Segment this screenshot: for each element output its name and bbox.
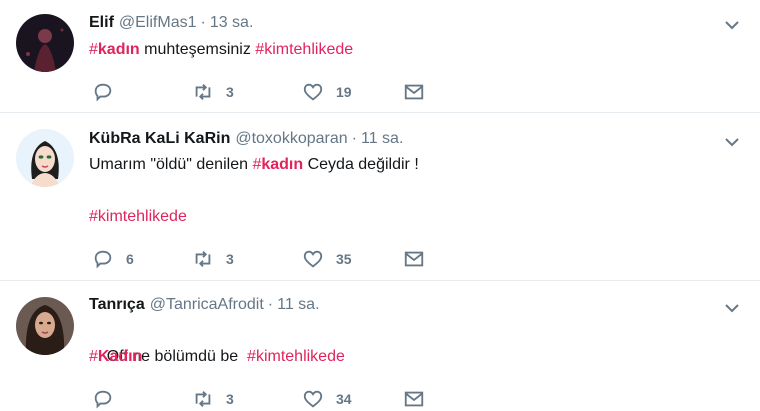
reply-button[interactable]: 6 — [92, 247, 134, 271]
like-count: 19 — [336, 84, 352, 100]
reply-icon — [94, 83, 112, 102]
like-icon — [303, 83, 323, 101]
retweet-button[interactable]: 3 — [192, 247, 234, 271]
like-icon — [303, 250, 323, 268]
reply-icon — [94, 250, 112, 269]
display-name[interactable]: Tanrıça — [89, 296, 145, 313]
avatar[interactable] — [16, 297, 74, 355]
user-handle[interactable]: @toxokkoparan — [235, 130, 347, 147]
direct-message-button[interactable] — [403, 247, 425, 271]
retweet-icon — [195, 84, 211, 100]
tweet-text-segment: Ceyda değildir ! — [303, 156, 419, 173]
separator-dot: · — [200, 14, 206, 31]
tweet-actions: 6 3 35 — [92, 247, 452, 271]
user-handle[interactable]: @TanricaAfrodit — [150, 296, 264, 313]
chevron-down-icon[interactable] — [722, 15, 742, 35]
retweet-count: 3 — [226, 84, 234, 100]
retweet-icon — [195, 251, 211, 267]
retweet-count: 3 — [226, 251, 234, 267]
retweet-count: 3 — [226, 391, 234, 407]
retweet-button[interactable]: 3 — [192, 80, 234, 104]
hashtag-link[interactable]: #kadın — [252, 156, 303, 173]
reply-button[interactable] — [92, 387, 126, 411]
display-name[interactable]: Elif — [89, 14, 114, 31]
tweet-text-segment: Umarım "öldü" denilen — [89, 156, 253, 173]
timestamp[interactable]: 11 sa. — [361, 130, 403, 147]
user-handle[interactable]: @ElifMas1 — [119, 14, 197, 31]
avatar[interactable] — [16, 129, 74, 187]
hashtag-link[interactable]: #kimtehlikede — [89, 208, 187, 225]
direct-message-icon — [404, 84, 424, 100]
chevron-down-icon[interactable] — [722, 298, 742, 318]
tweet-1[interactable]: Elif @ElifMas1 · 13 sa. #kadın muhteşemsini… — [0, 0, 760, 113]
avatar[interactable] — [16, 14, 74, 72]
tweet-text-line-2: #kimtehlikede — [89, 205, 187, 229]
chevron-down-icon[interactable] — [722, 132, 742, 152]
tweet-actions: 3 19 — [92, 80, 452, 104]
reply-button[interactable] — [92, 80, 126, 104]
like-button[interactable]: 34 — [302, 387, 352, 411]
hashtag-link[interactable]: #kadın — [89, 41, 140, 58]
timestamp[interactable]: 11 sa. — [277, 296, 319, 313]
tweet-text-segment: muhteşemsiniz — [139, 41, 256, 58]
tweet-2[interactable]: KübRa KaLi KaRin @toxokkoparan · 11 sa. Uma… — [0, 113, 760, 281]
tweet-text: #kadın muhteşemsiniz #kimtehlikede — [89, 38, 353, 62]
direct-message-icon — [404, 251, 424, 267]
tweet-text: Umarım "öldü" denilen #kadın Ceyda değil… — [89, 153, 419, 177]
separator-dot: · — [267, 296, 274, 313]
hashtag-link[interactable]: #Kadın — [89, 348, 142, 365]
direct-message-button[interactable] — [403, 387, 425, 411]
hashtag-link[interactable]: #kimtehlikede — [247, 348, 345, 365]
like-button[interactable]: 19 — [302, 80, 352, 104]
like-count: 34 — [336, 391, 352, 407]
tweet-text-line-2: #Kadın — [89, 345, 142, 369]
hashtag-link[interactable]: #kimtehlikede — [255, 41, 353, 58]
like-button[interactable]: 35 — [302, 247, 352, 271]
direct-message-button[interactable] — [403, 80, 425, 104]
reply-count: 6 — [126, 251, 134, 267]
tweet-3[interactable]: Tanrıça @TanricaAfrodit · 11 sa. Off ne böl… — [0, 281, 760, 409]
tweet-actions: 3 34 — [92, 387, 452, 411]
like-count: 35 — [336, 251, 352, 267]
timestamp[interactable]: 13 sa. — [210, 14, 254, 31]
display-name[interactable]: KübRa KaLi KaRin — [89, 130, 230, 147]
retweet-button[interactable]: 3 — [192, 387, 234, 411]
separator-dot: · — [351, 130, 357, 147]
